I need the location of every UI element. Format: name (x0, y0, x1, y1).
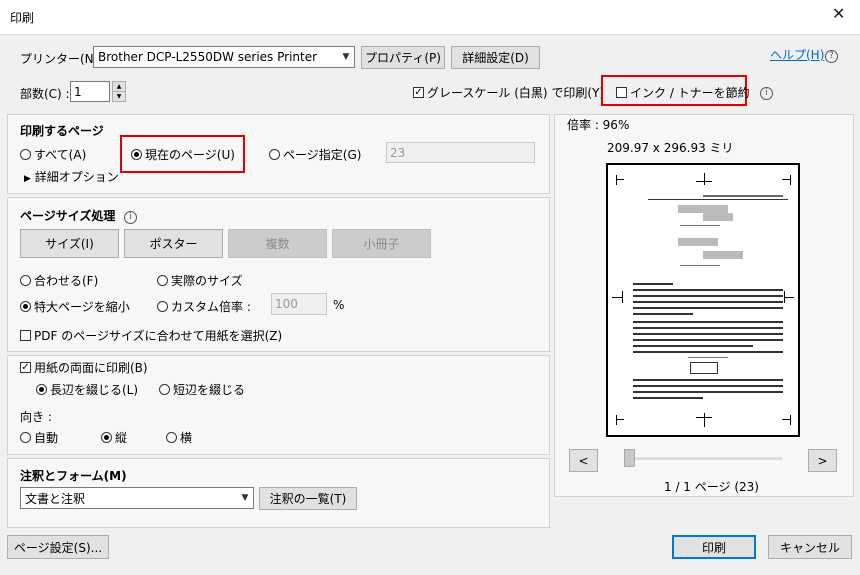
radio-unselected-icon (157, 275, 168, 286)
more-options-label: 詳細オプション (34, 170, 119, 184)
print-button[interactable]: 印刷 (672, 535, 756, 559)
properties-button[interactable]: プロパティ(P) (361, 46, 445, 69)
pdf-size-label: PDF のページサイズに合わせて用紙を選択(Z) (34, 329, 283, 343)
page-sizing-title: ページサイズ処理 (20, 209, 116, 223)
chevron-down-icon: ▼ (342, 52, 350, 62)
preview-scale: 倍率 : 96% (567, 118, 630, 132)
save-ink-label: インク / トナーを節約 (630, 86, 750, 100)
radio-unselected-icon (159, 384, 170, 395)
page-slider[interactable] (625, 457, 782, 460)
printer-select[interactable]: Brother DCP-L2550DW series Printer ▼ (93, 46, 355, 68)
radio-current-page[interactable]: 現在のページ(U) (131, 146, 235, 163)
radio-auto-label: 自動 (34, 431, 59, 445)
chevron-down-icon: ▼ (241, 493, 249, 503)
more-options-toggle[interactable]: ▶ 詳細オプション (24, 168, 119, 185)
duplex-label: 用紙の両面に印刷(B) (34, 361, 148, 375)
duplex-checkbox[interactable]: ✓ 用紙の両面に印刷(B) (20, 359, 148, 376)
page-preview (606, 163, 800, 437)
radio-unselected-icon (166, 432, 177, 443)
radio-portrait-label: 縦 (115, 431, 128, 445)
radio-all-label: すべて(A) (34, 148, 87, 162)
radio-custom-label: カスタム倍率 : (171, 300, 251, 314)
radio-current-label: 現在のページ(U) (145, 148, 235, 162)
radio-range-label: ページ指定(G) (283, 148, 362, 162)
comments-select[interactable]: 文書と注釈 ▼ (20, 487, 254, 509)
pdf-size-checkbox[interactable]: PDF のページサイズに合わせて用紙を選択(Z) (20, 327, 282, 344)
radio-unselected-icon (20, 275, 31, 286)
triangle-right-icon: ▶ (24, 174, 31, 184)
radio-auto[interactable]: 自動 (20, 429, 58, 446)
checkbox-checked-icon: ✓ (20, 361, 31, 373)
checkbox-unchecked-icon (20, 330, 31, 341)
radio-page-range[interactable]: ページ指定(G) (269, 146, 361, 163)
title-bar (0, 0, 860, 35)
booklet-button[interactable]: 小冊子 (332, 229, 431, 258)
radio-selected-icon (131, 149, 142, 160)
radio-actual-label: 実際のサイズ (171, 274, 243, 288)
radio-shrink-label: 特大ページを縮小 (34, 300, 130, 314)
orientation-label: 向き : (20, 410, 52, 424)
copies-input[interactable]: 1 (70, 81, 110, 102)
radio-selected-icon (101, 432, 112, 443)
copies-label: 部数(C) : (20, 87, 70, 101)
radio-custom-scale[interactable]: カスタム倍率 : (157, 298, 251, 315)
preview-dimensions: 209.97 x 296.93 ミリ (607, 141, 734, 155)
radio-short-edge-label: 短辺を綴じる (173, 383, 246, 397)
radio-portrait[interactable]: 縦 (101, 429, 127, 446)
close-icon[interactable]: ✕ (832, 4, 845, 23)
custom-scale-input[interactable]: 100 (271, 293, 327, 315)
radio-long-edge-label: 長辺を綴じる(L) (50, 383, 139, 397)
checkbox-checked-icon: ✓ (413, 86, 424, 98)
comments-summary-button[interactable]: 注釈の一覧(T) (259, 487, 357, 510)
next-page-button[interactable]: > (808, 449, 837, 472)
page-range-input[interactable]: 23 (386, 142, 535, 163)
radio-unselected-icon (157, 301, 168, 312)
help-icon[interactable]: ? (825, 47, 838, 63)
radio-selected-icon (36, 384, 47, 395)
checkbox-unchecked-icon (616, 87, 627, 98)
radio-landscape[interactable]: 横 (166, 429, 192, 446)
comments-select-value: 文書と注釈 (25, 491, 86, 506)
radio-unselected-icon (269, 149, 280, 160)
page-setup-button[interactable]: ページ設定(S)... (7, 535, 109, 559)
page-info: 1 / 1 ページ (23) (664, 480, 759, 494)
radio-long-edge[interactable]: 長辺を綴じる(L) (36, 381, 138, 398)
percent-label: % (333, 298, 345, 312)
info-icon[interactable]: i (760, 84, 773, 100)
radio-landscape-label: 横 (180, 431, 193, 445)
radio-all[interactable]: すべて(A) (20, 146, 86, 163)
radio-shrink[interactable]: 特大ページを縮小 (20, 298, 130, 315)
size-button[interactable]: サイズ(I) (20, 229, 119, 258)
printer-select-value: Brother DCP-L2550DW series Printer (98, 50, 318, 64)
radio-fit[interactable]: 合わせる(F) (20, 272, 98, 289)
radio-fit-label: 合わせる(F) (34, 274, 99, 288)
radio-short-edge[interactable]: 短辺を綴じる (159, 381, 245, 398)
radio-selected-icon (20, 301, 31, 312)
multiple-button[interactable]: 複数 (228, 229, 327, 258)
help-link[interactable]: ヘルプ(H) (770, 46, 824, 63)
grayscale-checkbox[interactable]: ✓ グレースケール (白黒) で印刷(Y) (413, 84, 604, 101)
grayscale-label: グレースケール (白黒) で印刷(Y) (427, 86, 605, 100)
window-title: 印刷 (10, 11, 35, 25)
comments-title: 注釈とフォーム(M) (20, 469, 127, 483)
spin-down-icon[interactable]: ▼ (112, 91, 126, 102)
radio-unselected-icon (20, 432, 31, 443)
cancel-button[interactable]: キャンセル (768, 535, 852, 559)
advanced-button[interactable]: 詳細設定(D) (451, 46, 540, 69)
poster-button[interactable]: ポスター (124, 229, 223, 258)
radio-actual-size[interactable]: 実際のサイズ (157, 272, 243, 289)
page-slider-thumb[interactable] (624, 449, 635, 467)
radio-unselected-icon (20, 149, 31, 160)
info-icon[interactable]: i (124, 208, 137, 224)
save-ink-checkbox[interactable]: インク / トナーを節約 (616, 84, 750, 101)
prev-page-button[interactable]: < (569, 449, 598, 472)
pages-section-title: 印刷するページ (20, 124, 104, 138)
